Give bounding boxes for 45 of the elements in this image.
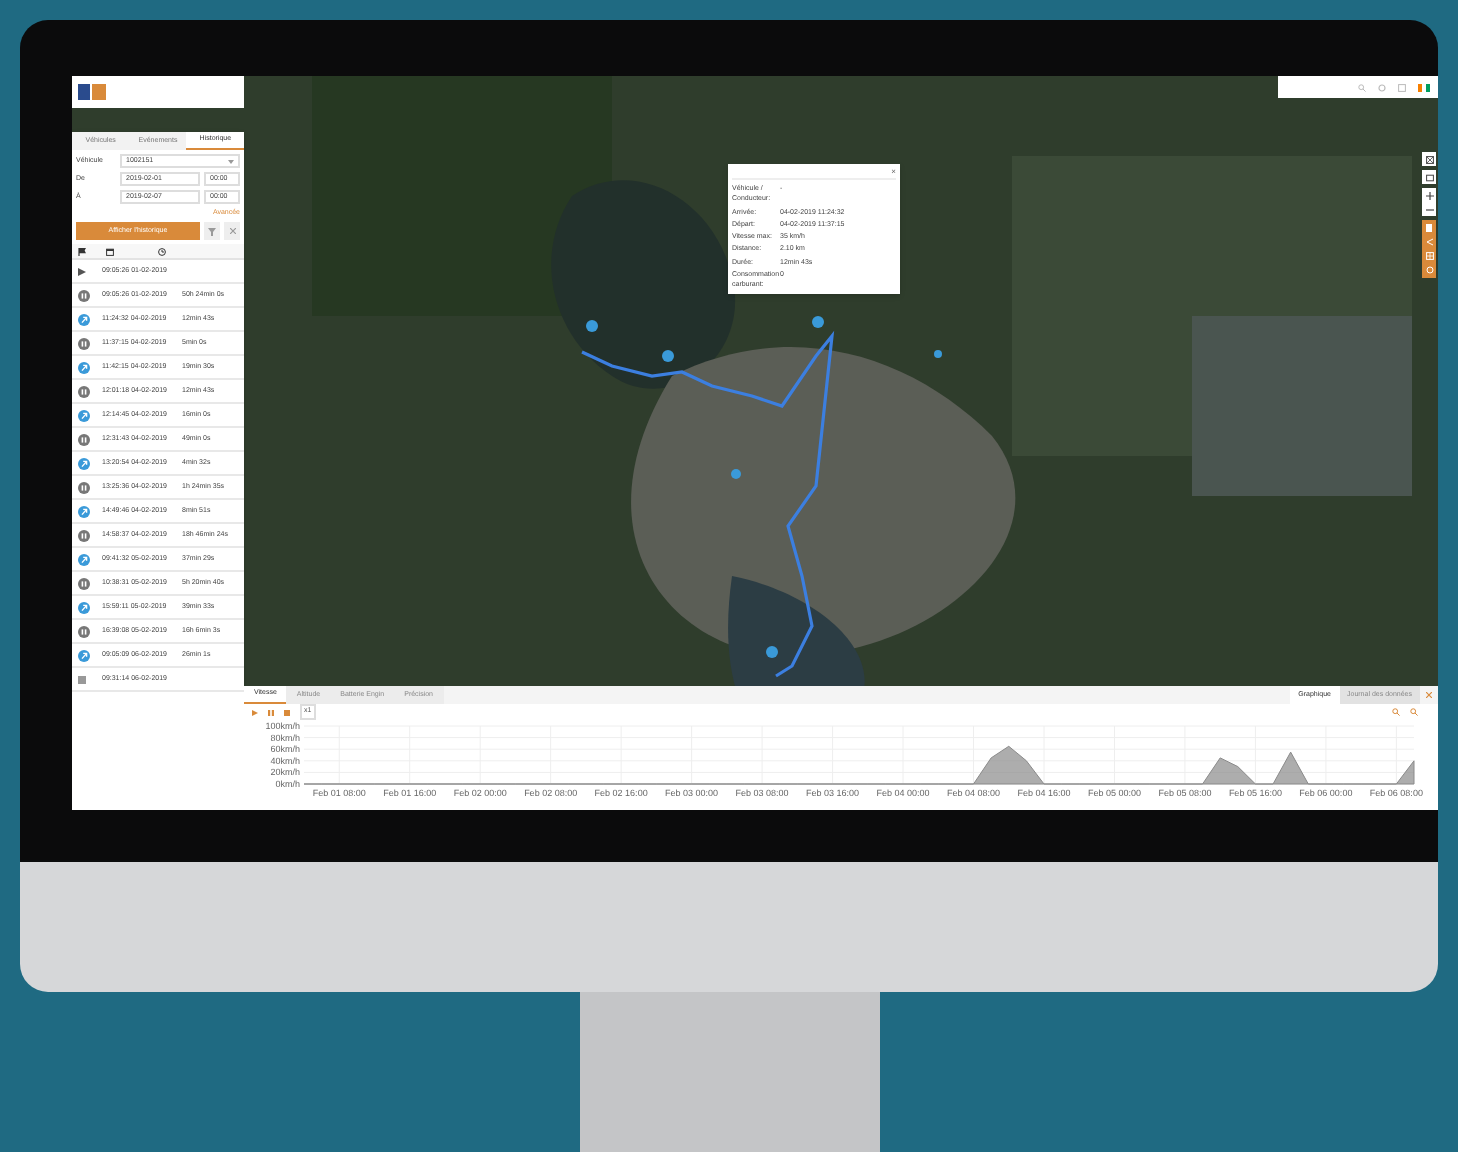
stop-icon (78, 675, 86, 684)
fullscreen-button[interactable] (1422, 170, 1436, 184)
parked-marker-icon (78, 385, 90, 398)
stop-icon[interactable] (284, 709, 290, 715)
moving-marker-icon (78, 313, 90, 326)
parked-marker-icon (78, 289, 90, 302)
parked-marker-icon (78, 625, 90, 638)
moving-marker-icon (78, 457, 90, 470)
grid-icon[interactable] (1425, 252, 1433, 260)
minus-icon[interactable] (1425, 205, 1433, 213)
parked-marker-icon (78, 337, 90, 350)
parked-marker-icon (78, 577, 90, 590)
logo-icon (78, 84, 106, 100)
moving-marker-icon (78, 601, 90, 614)
parked-marker-icon (78, 529, 90, 542)
flag-icon (78, 247, 86, 256)
caret-icon (228, 159, 234, 163)
pause-icon[interactable] (268, 709, 274, 715)
plus-icon[interactable] (1425, 191, 1433, 199)
layers-icon (1425, 155, 1433, 163)
moving-marker-icon (78, 505, 90, 518)
layers-button[interactable] (1422, 152, 1436, 166)
filter-button[interactable] (204, 222, 220, 241)
calendar-icon (106, 247, 114, 256)
zoom-out-icon[interactable] (1410, 708, 1418, 716)
filter-icon (208, 227, 216, 236)
parked-marker-icon (78, 481, 90, 494)
moving-marker-icon (78, 409, 90, 422)
parked-marker-icon (78, 433, 90, 446)
settings-icon[interactable] (1378, 83, 1386, 91)
flag-icon[interactable] (1418, 83, 1430, 91)
clock-icon (158, 247, 166, 256)
play-icon[interactable] (252, 709, 258, 715)
close-icon (229, 228, 235, 235)
moving-marker-icon (78, 553, 90, 566)
moving-marker-icon (78, 361, 90, 374)
play-icon (78, 267, 86, 276)
share-icon[interactable] (1425, 238, 1433, 246)
close-icon[interactable] (1426, 692, 1432, 698)
clear-button[interactable] (224, 222, 240, 241)
fullscreen-icon (1425, 173, 1433, 181)
moving-marker-icon (78, 649, 90, 662)
search-icon[interactable] (1358, 83, 1366, 91)
target-icon[interactable] (1425, 266, 1433, 274)
zoom-in-icon[interactable] (1392, 708, 1400, 716)
